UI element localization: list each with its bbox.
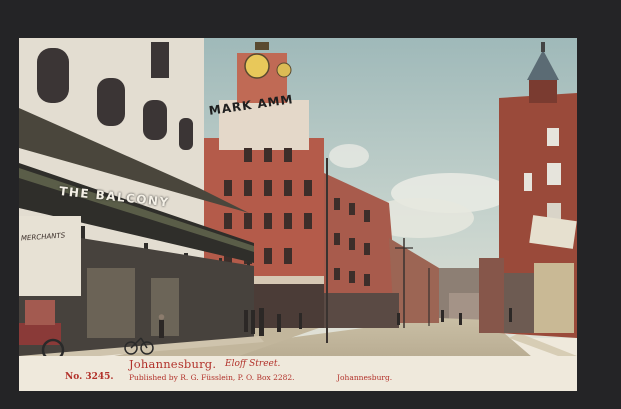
cloud <box>329 144 369 168</box>
window <box>547 163 561 185</box>
street-photo <box>19 38 577 391</box>
middle-shopfront <box>324 293 399 328</box>
publisher-line: Published by R. G. Füsslein, P. O. Box 2… <box>129 373 295 382</box>
shop-window <box>87 268 135 338</box>
publisher-city: Johannesburg. <box>337 373 393 382</box>
scan-background: THE BALCONY MARK AMM MERCHANTS Johannesb… <box>0 0 621 409</box>
merchants-signboard <box>19 216 81 296</box>
caption-street: Eloff Street. <box>225 359 281 369</box>
card-number: No. 3245. <box>65 372 114 382</box>
window <box>524 173 532 191</box>
caption-city: Johannesburg. <box>129 357 217 371</box>
clock-face <box>244 53 270 79</box>
window <box>547 128 559 146</box>
postcard: THE BALCONY MARK AMM MERCHANTS Johannesb… <box>19 38 577 391</box>
spire <box>541 42 545 52</box>
turret <box>529 78 557 103</box>
shop-window <box>151 278 179 336</box>
right-lower-building <box>479 258 504 333</box>
right-posters <box>534 263 574 333</box>
clock-face-side <box>276 62 292 78</box>
tower-finial <box>255 42 269 50</box>
